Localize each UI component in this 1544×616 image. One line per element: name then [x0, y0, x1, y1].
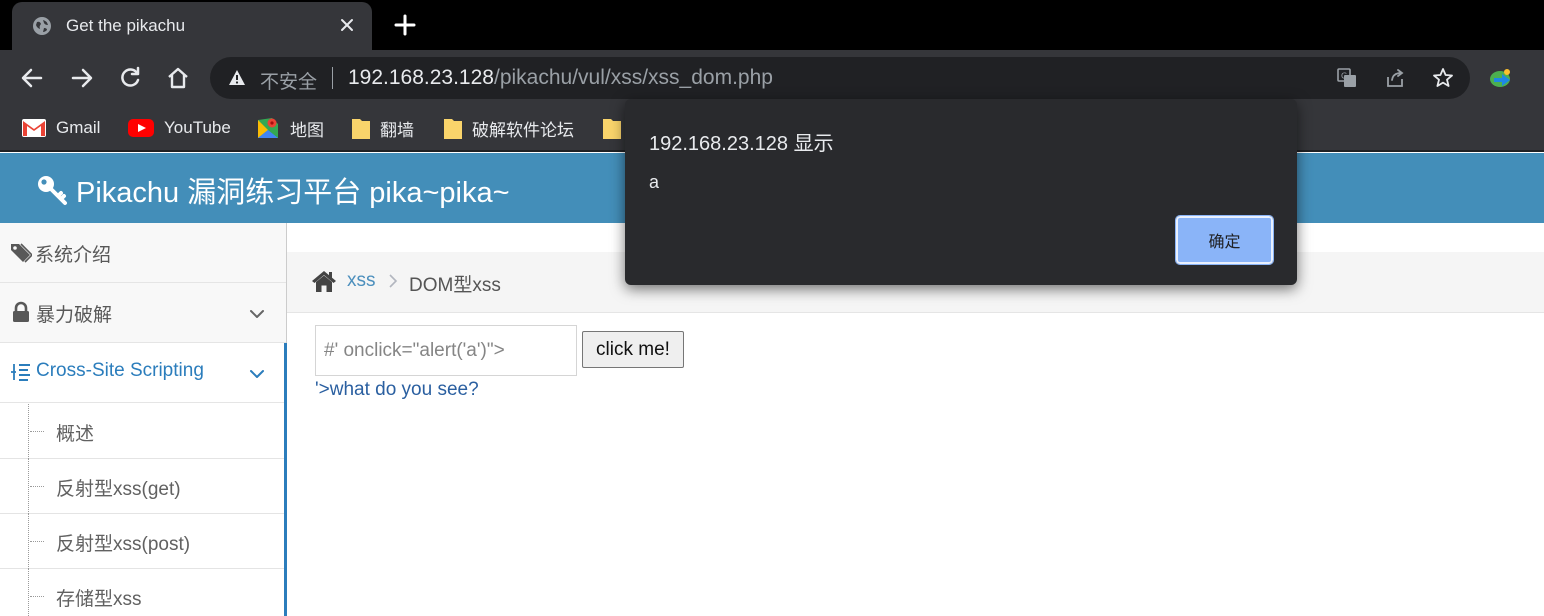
click-me-button[interactable]: click me!: [582, 331, 684, 368]
tree-line: [28, 569, 29, 616]
tree-dash: [30, 541, 44, 542]
alert-dialog: 192.168.23.128 显示 a 确定: [625, 99, 1297, 285]
url-text[interactable]: 192.168.23.128/pikachu/vul/xss/xss_dom.p…: [348, 66, 773, 90]
url-host: 192.168.23.128: [348, 66, 494, 89]
site-brand[interactable]: Pikachu 漏洞练习平台 pika~pika~: [36, 169, 510, 211]
submenu-label: 反射型xss(post): [56, 534, 191, 555]
warning-icon[interactable]: [228, 69, 246, 87]
sidebar: 系统介绍 暴力破解 Cross-Site Scripting 概述 反射型xss…: [0, 223, 287, 616]
submenu-item-reflected-post[interactable]: 反射型xss(post): [0, 514, 284, 569]
submenu-item-overview[interactable]: 概述: [0, 404, 284, 459]
maps-icon: [258, 118, 278, 138]
plus-icon[interactable]: [392, 12, 418, 38]
bookmark-label: 地图: [290, 120, 324, 140]
browser-toolbar: 不安全 192.168.23.128/pikachu/vul/xss/xss_d…: [0, 50, 1544, 106]
translate-icon[interactable]: G: [1336, 67, 1358, 89]
star-icon[interactable]: [1432, 67, 1454, 89]
submenu-label: 概述: [56, 424, 95, 445]
bookmark-folder-fanqiang[interactable]: 翻墙: [352, 116, 414, 140]
chevron-right-icon: [389, 274, 398, 288]
folder-icon: [603, 119, 621, 139]
brand-text: Pikachu 漏洞练习平台 pika~pika~: [76, 177, 510, 209]
bookmark-folder-more[interactable]: [603, 116, 621, 140]
sidebar-item-brute-force[interactable]: 暴力破解: [0, 283, 286, 343]
close-icon[interactable]: [336, 14, 358, 36]
ok-button[interactable]: 确定: [1175, 215, 1274, 265]
dialog-title: 192.168.23.128 显示: [649, 133, 834, 155]
list-icon: [11, 364, 30, 381]
submenu-label: 反射型xss(get): [56, 479, 181, 500]
lock-icon: [13, 301, 29, 322]
folder-icon: [444, 119, 462, 139]
key-icon: [38, 176, 67, 205]
submenu-item-reflected-get[interactable]: 反射型xss(get): [0, 459, 284, 514]
breadcrumb-link-xss[interactable]: xss: [347, 270, 376, 292]
bookmark-label: 翻墙: [380, 120, 414, 140]
security-label[interactable]: 不安全: [260, 67, 317, 94]
home-button-icon[interactable]: [164, 64, 192, 92]
chevron-down-icon: [250, 370, 264, 378]
sidebar-item-intro[interactable]: 系统介绍: [0, 223, 286, 283]
tab-strip: Get the pikachu: [0, 0, 1544, 50]
bookmark-maps[interactable]: 地图: [256, 116, 324, 140]
tree-line: [28, 404, 29, 459]
forward-arrow-icon[interactable]: [68, 64, 96, 92]
omnibox-divider: [332, 67, 333, 89]
youtube-icon: [128, 119, 154, 137]
browser-tab[interactable]: Get the pikachu: [12, 2, 372, 50]
dialog-message: a: [649, 172, 660, 192]
back-arrow-icon[interactable]: [18, 64, 46, 92]
submenu-label: 存储型xss: [56, 589, 142, 610]
sidebar-item-label: 系统介绍: [35, 245, 112, 266]
sidebar-item-xss[interactable]: Cross-Site Scripting: [0, 343, 286, 403]
svg-text:G: G: [1341, 72, 1347, 81]
share-icon[interactable]: [1384, 67, 1406, 89]
sidebar-item-label: Cross-Site Scripting: [36, 360, 204, 381]
bookmark-youtube[interactable]: YouTube: [128, 116, 231, 140]
submenu-item-stored[interactable]: 存储型xss: [0, 569, 284, 616]
address-bar[interactable]: 不安全 192.168.23.128/pikachu/vul/xss/xss_d…: [210, 57, 1470, 99]
tree-dash: [30, 596, 44, 597]
tree-line: [28, 459, 29, 514]
folder-icon: [352, 119, 370, 139]
tags-icon: [11, 243, 32, 263]
tab-title: Get the pikachu: [66, 16, 186, 35]
extension-icon[interactable]: [1488, 66, 1514, 90]
gmail-icon: [22, 119, 46, 137]
tree-dash: [30, 431, 44, 432]
chevron-down-icon: [250, 310, 264, 318]
result-link[interactable]: '>what do you see?: [315, 379, 479, 401]
home-icon[interactable]: [311, 269, 337, 293]
browser-window: Get the pikachu 不安全 192.168.23.128/pikac…: [0, 0, 1544, 616]
sidebar-item-label: 暴力破解: [36, 305, 113, 326]
bookmark-label: Gmail: [56, 118, 101, 137]
globe-icon: [33, 17, 51, 35]
bookmark-label: 破解软件论坛: [472, 120, 574, 140]
bookmark-gmail[interactable]: Gmail: [22, 116, 100, 140]
tree-dash: [30, 486, 44, 487]
bookmark-folder-pojie[interactable]: 破解软件论坛: [444, 116, 574, 140]
tree-line: [28, 514, 29, 569]
url-path: /pikachu/vul/xss/xss_dom.php: [493, 66, 773, 89]
payload-input[interactable]: [315, 325, 577, 376]
reload-icon[interactable]: [116, 64, 144, 92]
bookmark-label: YouTube: [164, 118, 231, 137]
breadcrumb-current: DOM型xss: [409, 275, 501, 296]
